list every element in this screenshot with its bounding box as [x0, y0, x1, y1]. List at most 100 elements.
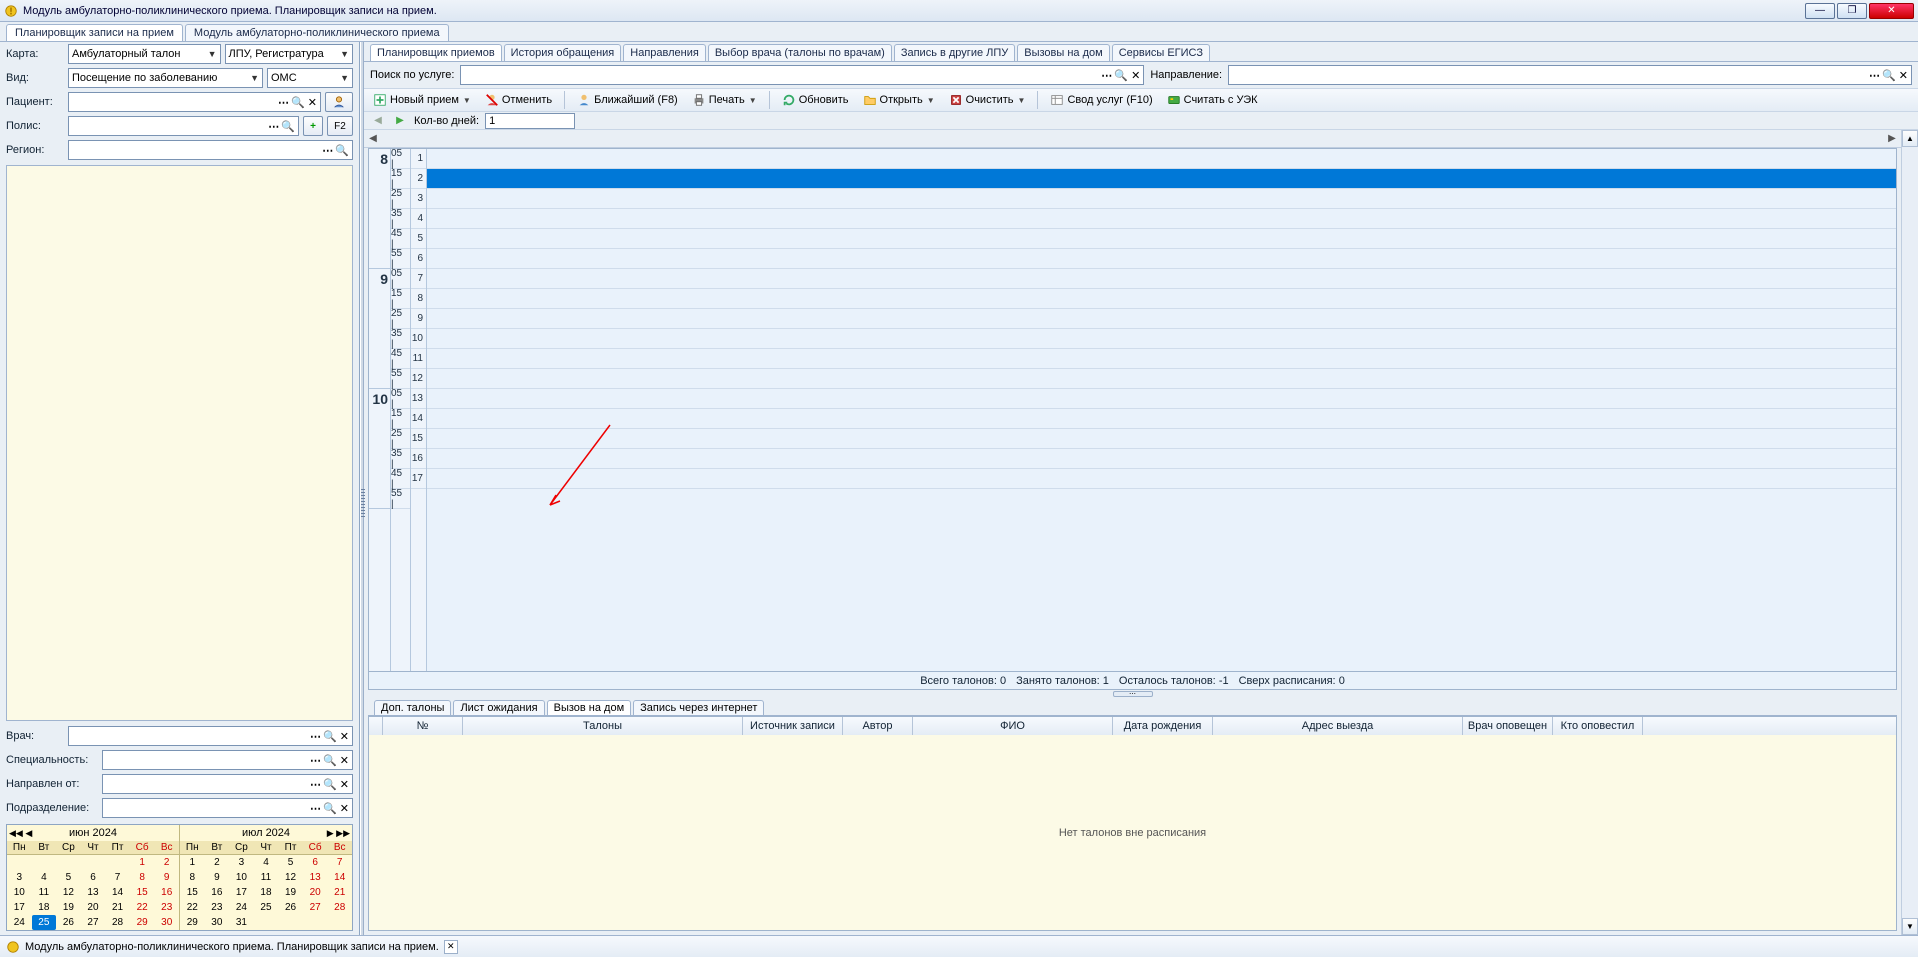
- right-tab-2[interactable]: Направления: [623, 44, 706, 61]
- prev-day-button[interactable]: ◀: [370, 114, 386, 128]
- open-button[interactable]: Открыть▼: [858, 90, 940, 110]
- schedule-row[interactable]: [427, 229, 1896, 249]
- calendar-july[interactable]: июл 2024▶ ▶▶ ПнВтСрЧтПтСбВс 123456789101…: [179, 825, 352, 930]
- dots-icon[interactable]: ⋯: [322, 144, 332, 157]
- clear-icon[interactable]: ✕: [308, 96, 317, 109]
- print-button[interactable]: Печать▼: [687, 90, 762, 110]
- schedule-row[interactable]: [427, 349, 1896, 369]
- table-selector-icon[interactable]: [369, 717, 383, 735]
- column-header-3[interactable]: Автор: [843, 717, 913, 735]
- close-button[interactable]: ✕: [1869, 3, 1914, 19]
- app-icon: [4, 4, 18, 18]
- input-search-napr[interactable]: ⋯ 🔍 ✕: [1228, 65, 1912, 85]
- calendar-june[interactable]: ◀◀ ◀июн 2024 ПнВтСрЧтПтСбВс 123456789101…: [7, 825, 179, 930]
- schedule-row[interactable]: [427, 429, 1896, 449]
- lower-tab-2[interactable]: Вызов на дом: [547, 700, 632, 715]
- column-header-8[interactable]: Кто оповестил: [1553, 717, 1643, 735]
- column-header-5[interactable]: Дата рождения: [1113, 717, 1213, 735]
- schedule-row[interactable]: [427, 409, 1896, 429]
- schedule-row[interactable]: [427, 449, 1896, 469]
- schedule-row[interactable]: [427, 369, 1896, 389]
- vertical-splitter[interactable]: [360, 42, 364, 935]
- patient-card-button[interactable]: [325, 92, 353, 112]
- maximize-button[interactable]: ❐: [1837, 3, 1867, 19]
- lower-tab-1[interactable]: Лист ожидания: [453, 700, 544, 715]
- schedule-row[interactable]: [427, 289, 1896, 309]
- right-tab-0[interactable]: Планировщик приемов: [370, 44, 502, 61]
- footer-close-button[interactable]: ✕: [444, 940, 458, 954]
- right-tab-5[interactable]: Вызовы на дом: [1017, 44, 1109, 61]
- label-pacient: Пациент:: [6, 96, 64, 108]
- horizontal-splitter[interactable]: ⋯: [368, 690, 1897, 698]
- module-tab-planner[interactable]: Планировщик записи на прием: [6, 24, 183, 41]
- right-tab-6[interactable]: Сервисы ЕГИСЗ: [1112, 44, 1210, 61]
- minimize-button[interactable]: —: [1805, 3, 1835, 19]
- f2-button[interactable]: F2: [327, 116, 353, 136]
- clear-button[interactable]: Очистить▼: [944, 90, 1031, 110]
- schedule-row[interactable]: [427, 169, 1896, 189]
- footer-app-icon: [6, 940, 20, 954]
- column-header-0[interactable]: №: [383, 717, 463, 735]
- column-header-7[interactable]: Врач оповещен: [1463, 717, 1553, 735]
- combo-oms[interactable]: ОМС▼: [267, 68, 353, 88]
- input-polis[interactable]: ⋯ 🔍: [68, 116, 299, 136]
- right-tab-4[interactable]: Запись в другие ЛПУ: [894, 44, 1015, 61]
- dots-icon[interactable]: ⋯: [278, 96, 288, 109]
- combo-karta[interactable]: Амбулаторный талон▼: [68, 44, 221, 64]
- schedule-row[interactable]: [427, 329, 1896, 349]
- column-header-6[interactable]: Адрес выезда: [1213, 717, 1463, 735]
- combo-vid[interactable]: Посещение по заболеванию▼: [68, 68, 263, 88]
- lower-tab-0[interactable]: Доп. талоны: [374, 700, 451, 715]
- nearest-button[interactable]: Ближайший (F8): [572, 90, 683, 110]
- input-days[interactable]: [485, 113, 575, 129]
- schedule-scrollbar[interactable]: ▲ ▼: [1901, 130, 1918, 935]
- schedule-row[interactable]: [427, 149, 1896, 169]
- input-napr[interactable]: ⋯ 🔍 ✕: [102, 774, 353, 794]
- module-tab-outpatient[interactable]: Модуль амбулаторно-поликлинического прие…: [185, 24, 449, 41]
- search-icon[interactable]: 🔍: [281, 120, 295, 133]
- next-month-double-icon[interactable]: ▶ ▶▶: [327, 825, 350, 841]
- label-days: Кол-во дней:: [414, 115, 479, 127]
- timeline-left-button[interactable]: ◀: [364, 133, 382, 144]
- right-tab-3[interactable]: Выбор врача (талоны по врачам): [708, 44, 892, 61]
- table-empty-message: Нет талонов вне расписания: [369, 735, 1896, 930]
- label-polis: Полис:: [6, 120, 64, 132]
- input-spec[interactable]: ⋯ 🔍 ✕: [102, 750, 353, 770]
- prev-month-double-icon[interactable]: ◀◀ ◀: [9, 825, 32, 841]
- add-polis-button[interactable]: +: [303, 116, 323, 136]
- schedule-row[interactable]: [427, 309, 1896, 329]
- uek-button[interactable]: Считать с УЭК: [1162, 90, 1263, 110]
- schedule-row[interactable]: [427, 469, 1896, 489]
- input-pacient[interactable]: ⋯ 🔍 ✕: [68, 92, 321, 112]
- column-header-1[interactable]: Талоны: [463, 717, 743, 735]
- right-tab-1[interactable]: История обращения: [504, 44, 622, 61]
- next-day-button[interactable]: ▶: [392, 114, 408, 128]
- new-visit-button[interactable]: Новый прием▼: [368, 90, 476, 110]
- right-panel: Планировщик приемовИстория обращенияНапр…: [364, 42, 1918, 935]
- input-search-uslugi[interactable]: ⋯ 🔍 ✕: [460, 65, 1144, 85]
- lower-tab-3[interactable]: Запись через интернет: [633, 700, 764, 715]
- combo-lpu[interactable]: ЛПУ, Регистратура▼: [225, 44, 353, 64]
- label-vid: Вид:: [6, 72, 64, 84]
- cancel-button[interactable]: Отменить: [480, 90, 557, 110]
- column-header-4[interactable]: ФИО: [913, 717, 1113, 735]
- schedule-row[interactable]: [427, 249, 1896, 269]
- schedule-row[interactable]: [427, 209, 1896, 229]
- dots-icon[interactable]: ⋯: [268, 120, 278, 133]
- schedule-timeline[interactable]: 8910 05 |15 |25 |35 |45 |55 |05 |15 |25 …: [368, 148, 1897, 672]
- scroll-up-icon[interactable]: ▲: [1902, 130, 1918, 147]
- search-icon[interactable]: 🔍: [291, 96, 305, 109]
- input-region[interactable]: ⋯ 🔍: [68, 140, 353, 160]
- lower-tabs: Доп. талоныЛист ожиданияВызов на домЗапи…: [368, 698, 1897, 716]
- schedule-row[interactable]: [427, 189, 1896, 209]
- timeline-right-button[interactable]: ▶: [1883, 133, 1901, 144]
- input-vrach[interactable]: ⋯ 🔍 ✕: [68, 726, 353, 746]
- schedule-row[interactable]: [427, 269, 1896, 289]
- column-header-2[interactable]: Источник записи: [743, 717, 843, 735]
- search-icon[interactable]: 🔍: [335, 144, 349, 157]
- schedule-row[interactable]: [427, 389, 1896, 409]
- input-podr[interactable]: ⋯ 🔍 ✕: [102, 798, 353, 818]
- scroll-down-icon[interactable]: ▼: [1902, 918, 1918, 935]
- svod-button[interactable]: Свод услуг (F10): [1045, 90, 1157, 110]
- refresh-button[interactable]: Обновить: [777, 90, 854, 110]
